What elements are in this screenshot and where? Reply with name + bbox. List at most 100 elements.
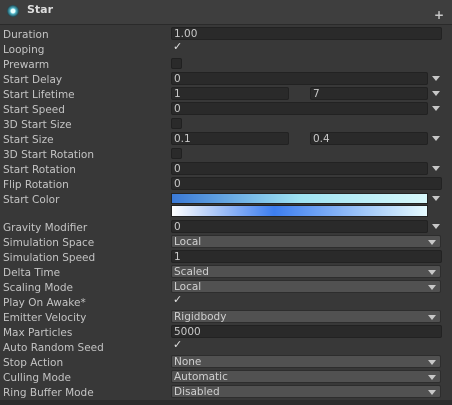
stop-action-row: Stop Action None bbox=[0, 355, 452, 370]
delta-time-row: Delta Time Scaled bbox=[0, 265, 452, 280]
start-color-row: Start Color bbox=[0, 192, 452, 220]
start-rotation-field[interactable]: 0 bbox=[171, 162, 428, 175]
looping-checkbox[interactable]: ✓ bbox=[171, 41, 182, 54]
looping-row: Looping ✓ bbox=[0, 41, 452, 57]
auto-random-seed-row: Auto Random Seed ✓ bbox=[0, 338, 452, 355]
flip-rotation-field[interactable]: 0 bbox=[171, 177, 442, 190]
play-on-awake-label: Play On Awake* bbox=[3, 297, 86, 309]
start-lifetime-min-field[interactable]: 1 bbox=[171, 87, 289, 100]
start-speed-mode-chevron-down-icon[interactable] bbox=[432, 106, 440, 111]
looping-label: Looping bbox=[3, 44, 45, 56]
start-delay-mode-chevron-down-icon[interactable] bbox=[432, 76, 440, 81]
duration-field[interactable]: 1.00 bbox=[171, 27, 442, 40]
start-rotation-3d-label: 3D Start Rotation bbox=[3, 149, 95, 161]
duration-label: Duration bbox=[3, 29, 49, 41]
chevron-down-icon bbox=[428, 270, 436, 275]
chevron-down-icon bbox=[428, 315, 436, 320]
start-color-mode-chevron-down-icon[interactable] bbox=[432, 196, 440, 201]
start-rotation-label: Start Rotation bbox=[3, 164, 76, 176]
prewarm-label: Prewarm bbox=[3, 59, 50, 71]
start-color-gradient-bottom[interactable] bbox=[171, 205, 428, 217]
scaling-mode-value: Local bbox=[174, 281, 202, 293]
simulation-space-value: Local bbox=[174, 236, 202, 248]
module-title: Star bbox=[27, 3, 54, 16]
scaling-mode-label: Scaling Mode bbox=[3, 282, 73, 294]
start-speed-label: Start Speed bbox=[3, 104, 65, 116]
ring-buffer-mode-row: Ring Buffer Mode Disabled bbox=[0, 385, 452, 400]
start-size-3d-label: 3D Start Size bbox=[3, 119, 72, 131]
culling-mode-value: Automatic bbox=[174, 371, 228, 383]
simulation-space-row: Simulation Space Local bbox=[0, 235, 452, 250]
start-lifetime-label: Start Lifetime bbox=[3, 89, 75, 101]
simulation-speed-label: Simulation Speed bbox=[3, 252, 96, 264]
start-color-gradient-top[interactable] bbox=[171, 193, 428, 204]
prewarm-row: Prewarm bbox=[0, 57, 452, 72]
prewarm-checkbox[interactable] bbox=[171, 58, 182, 69]
start-speed-row: Start Speed 0 bbox=[0, 102, 452, 117]
plus-icon[interactable]: + bbox=[433, 8, 445, 22]
stop-action-label: Stop Action bbox=[3, 357, 64, 369]
chevron-down-icon bbox=[428, 240, 436, 245]
flip-rotation-label: Flip Rotation bbox=[3, 179, 69, 191]
emitter-velocity-row: Emitter Velocity Rigidbody bbox=[0, 310, 452, 325]
start-lifetime-row: Start Lifetime 1 7 bbox=[0, 87, 452, 102]
gravity-modifier-row: Gravity Modifier 0 bbox=[0, 220, 452, 235]
delta-time-value: Scaled bbox=[174, 266, 209, 278]
culling-mode-dropdown[interactable]: Automatic bbox=[171, 370, 441, 383]
start-color-label: Start Color bbox=[3, 194, 60, 206]
simulation-space-label: Simulation Space bbox=[3, 237, 95, 249]
max-particles-label: Max Particles bbox=[3, 327, 73, 339]
emitter-velocity-value: Rigidbody bbox=[174, 311, 227, 323]
chevron-down-icon bbox=[428, 285, 436, 290]
simulation-speed-field[interactable]: 1 bbox=[171, 250, 442, 263]
checkmark-icon: ✓ bbox=[173, 338, 183, 351]
gravity-modifier-label: Gravity Modifier bbox=[3, 222, 88, 234]
simulation-space-dropdown[interactable]: Local bbox=[171, 235, 441, 248]
start-size-3d-row: 3D Start Size bbox=[0, 117, 452, 132]
culling-mode-row: Culling Mode Automatic bbox=[0, 370, 452, 385]
max-particles-row: Max Particles 5000 bbox=[0, 325, 452, 340]
start-rotation-3d-checkbox[interactable] bbox=[171, 148, 182, 159]
delta-time-label: Delta Time bbox=[3, 267, 61, 279]
start-lifetime-max-field[interactable]: 7 bbox=[310, 87, 428, 100]
ring-buffer-mode-value: Disabled bbox=[174, 386, 220, 398]
ring-buffer-mode-label: Ring Buffer Mode bbox=[3, 387, 94, 399]
culling-mode-label: Culling Mode bbox=[3, 372, 72, 384]
stop-action-dropdown[interactable]: None bbox=[171, 355, 441, 368]
start-size-row: Start Size 0.1 0.4 bbox=[0, 132, 452, 147]
start-delay-label: Start Delay bbox=[3, 74, 63, 86]
start-lifetime-mode-chevron-down-icon[interactable] bbox=[432, 91, 440, 96]
start-size-max-field[interactable]: 0.4 bbox=[310, 132, 428, 145]
start-delay-row: Start Delay 0 bbox=[0, 72, 452, 87]
gravity-modifier-field[interactable]: 0 bbox=[171, 220, 428, 233]
particle-system-icon bbox=[7, 5, 19, 17]
start-rotation-mode-chevron-down-icon[interactable] bbox=[432, 166, 440, 171]
stop-action-value: None bbox=[174, 356, 202, 368]
flip-rotation-row: Flip Rotation 0 bbox=[0, 177, 452, 192]
chevron-down-icon bbox=[428, 390, 436, 395]
scaling-mode-row: Scaling Mode Local bbox=[0, 280, 452, 295]
emitter-velocity-label: Emitter Velocity bbox=[3, 312, 87, 324]
chevron-down-icon bbox=[428, 360, 436, 365]
start-speed-field[interactable]: 0 bbox=[171, 102, 428, 115]
max-particles-field[interactable]: 5000 bbox=[171, 325, 442, 338]
ring-buffer-mode-dropdown[interactable]: Disabled bbox=[171, 385, 441, 398]
start-size-3d-checkbox[interactable] bbox=[171, 118, 182, 129]
auto-random-seed-checkbox[interactable]: ✓ bbox=[171, 338, 183, 352]
start-size-label: Start Size bbox=[3, 134, 54, 146]
duration-row: Duration 1.00 bbox=[0, 27, 452, 42]
start-size-min-field[interactable]: 0.1 bbox=[171, 132, 289, 145]
start-rotation-3d-row: 3D Start Rotation bbox=[0, 147, 452, 162]
chevron-down-icon bbox=[428, 375, 436, 380]
auto-random-seed-label: Auto Random Seed bbox=[3, 342, 104, 354]
start-delay-field[interactable]: 0 bbox=[171, 72, 428, 85]
gravity-modifier-mode-chevron-down-icon[interactable] bbox=[432, 224, 440, 229]
emitter-velocity-dropdown[interactable]: Rigidbody bbox=[171, 310, 441, 323]
scaling-mode-dropdown[interactable]: Local bbox=[171, 280, 441, 293]
play-on-awake-checkbox[interactable]: ✓ bbox=[171, 294, 182, 307]
delta-time-dropdown[interactable]: Scaled bbox=[171, 265, 441, 278]
start-size-mode-chevron-down-icon[interactable] bbox=[432, 136, 440, 141]
play-on-awake-row: Play On Awake* ✓ bbox=[0, 294, 452, 310]
start-rotation-row: Start Rotation 0 bbox=[0, 162, 452, 177]
module-header[interactable]: Star + bbox=[0, 0, 452, 25]
